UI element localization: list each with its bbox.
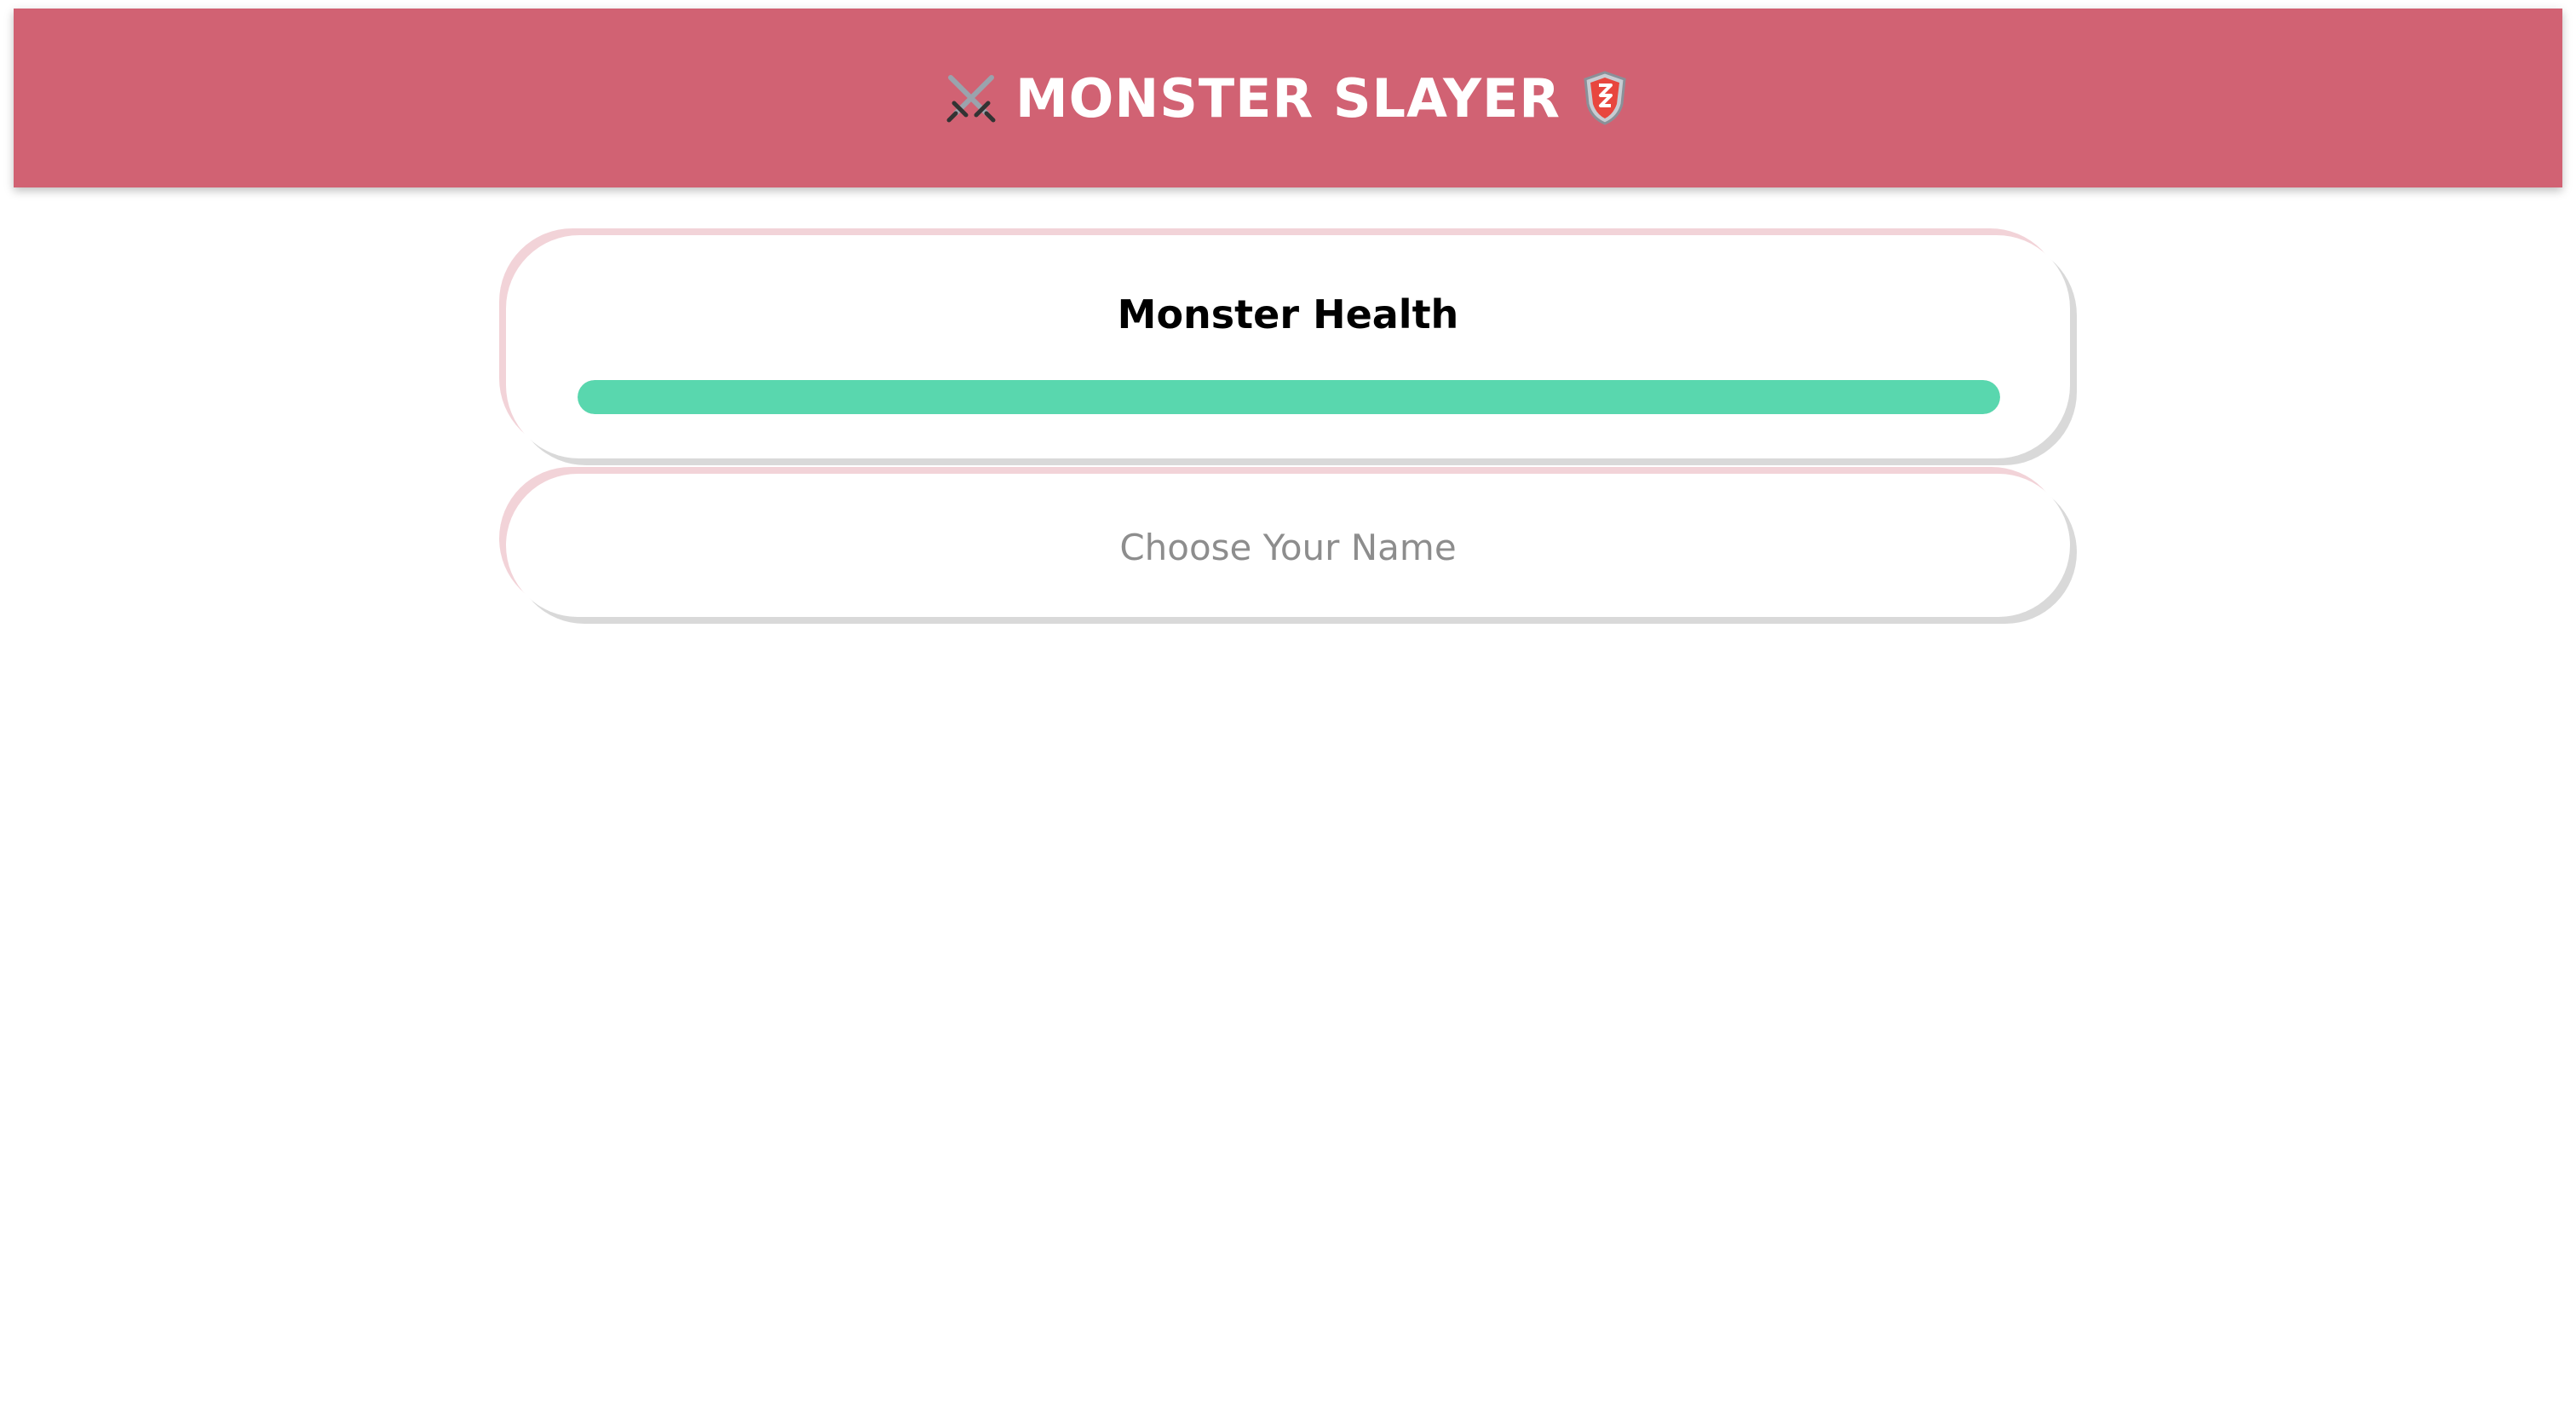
- crossed-swords-icon: [944, 68, 998, 128]
- app-title-row: MONSTER SLAYER: [944, 67, 1632, 130]
- player-name-input[interactable]: [523, 499, 2053, 595]
- monster-health-label: Monster Health: [1117, 291, 1459, 337]
- app-title: MONSTER SLAYER: [1015, 66, 1561, 130]
- player-name-card: [506, 474, 2070, 617]
- app-header: MONSTER SLAYER: [14, 9, 2562, 187]
- monster-health-bar: [578, 380, 2000, 414]
- monster-health-bar-fill: [578, 380, 2000, 414]
- shield-icon: [1578, 68, 1632, 128]
- monster-health-card: Monster Health: [506, 235, 2070, 458]
